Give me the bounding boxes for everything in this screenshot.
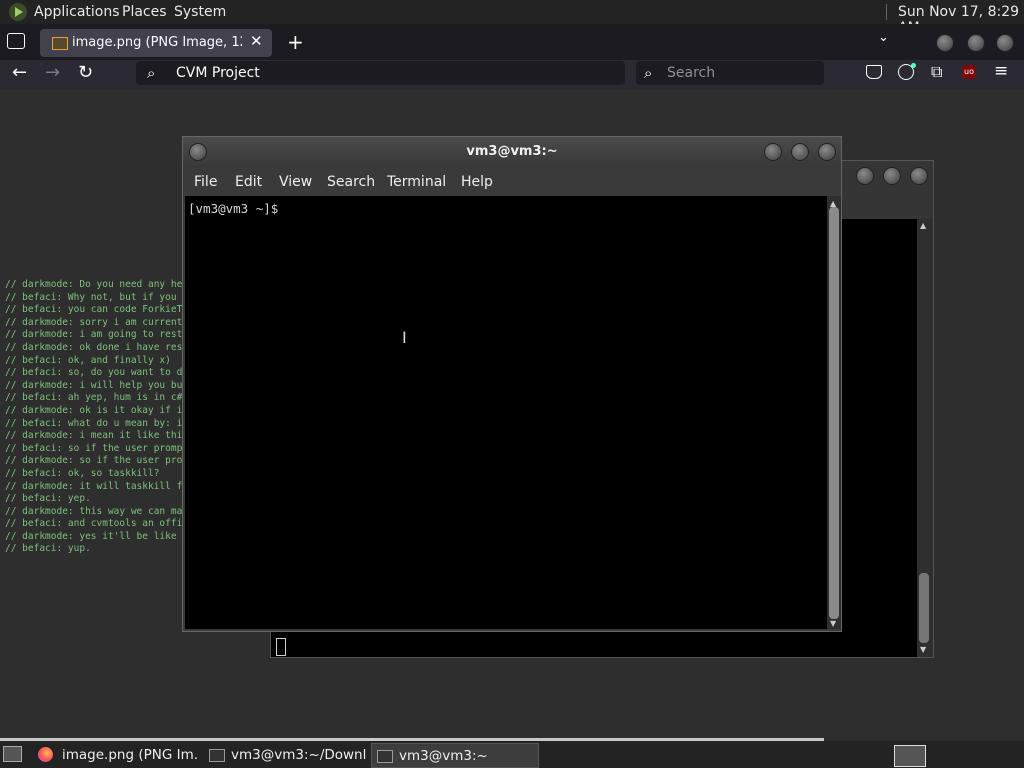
maximize-button[interactable] bbox=[883, 167, 901, 185]
chat-line: // befaci: yup. bbox=[5, 543, 91, 555]
terminal-menubar: File Edit View Search Terminal Help bbox=[183, 167, 841, 196]
minimize-button[interactable] bbox=[936, 34, 954, 52]
chat-line: // darkmode: it will taskkill fi bbox=[5, 480, 183, 492]
search-input[interactable]: Search bbox=[667, 65, 715, 81]
terminal-icon bbox=[209, 749, 225, 762]
chat-line: // befaci: ok, and finally x) bbox=[5, 354, 171, 366]
shell-prompt: [vm3@vm3 ~]$ bbox=[188, 201, 279, 216]
terminal-scrollbar-thumb[interactable] bbox=[829, 207, 839, 619]
chat-line: // darkmode: yes it'll be like a bbox=[5, 530, 183, 542]
chat-line: // darkmode: so if the user prom bbox=[5, 455, 183, 467]
tab-label: image.png (PNG Image, 1222 bbox=[72, 35, 242, 50]
minimize-button[interactable] bbox=[764, 143, 782, 161]
workspace-switcher[interactable] bbox=[894, 745, 926, 767]
chat-line: // befaci: ah yep, hum is in c# bbox=[5, 392, 183, 404]
chat-line: // darkmode: Do you need any hel bbox=[5, 279, 183, 290]
distro-logo-icon[interactable] bbox=[9, 3, 27, 21]
places-menu[interactable]: Places bbox=[122, 4, 167, 20]
chat-line: // befaci: you can code ForkieTo bbox=[5, 304, 183, 316]
show-desktop-icon[interactable] bbox=[3, 746, 22, 762]
extensions-puzzle-icon[interactable]: ⧉ bbox=[931, 62, 942, 82]
reload-icon[interactable]: ↻ bbox=[78, 62, 93, 83]
ublock-origin-icon[interactable]: uo bbox=[962, 65, 976, 79]
scroll-up-arrow-icon[interactable]: ▲ bbox=[830, 199, 836, 208]
chat-line: // darkmode: this way we can mak bbox=[5, 505, 183, 517]
background-terminal-cursor bbox=[276, 638, 286, 656]
chat-log-left: // darkmode: Do you need any hel// befac… bbox=[5, 279, 183, 556]
taskbar-item-label: vm3@vm3:~ bbox=[399, 748, 488, 764]
terminal-titlebar[interactable]: vm3@vm3:~ bbox=[183, 137, 841, 167]
scroll-up-arrow-icon[interactable]: ▲ bbox=[920, 221, 926, 230]
taskbar-item-terminal-home[interactable]: vm3@vm3:~ bbox=[371, 743, 539, 768]
chat-line: // befaci: yep. bbox=[5, 493, 91, 505]
background-scrollbar-thumb[interactable] bbox=[919, 573, 929, 643]
menu-help[interactable]: Help bbox=[461, 174, 493, 190]
terminal-output[interactable]: [vm3@vm3 ~]$ bbox=[185, 196, 827, 629]
chat-line: // befaci: so, do you want to do bbox=[5, 367, 183, 379]
url-bar[interactable]: ⌕ CVM Project bbox=[136, 61, 625, 85]
chat-line: // darkmode: ok is it okay if i bbox=[5, 404, 183, 416]
close-window-button[interactable] bbox=[996, 34, 1014, 52]
chat-line: // darkmode: i mean it like this bbox=[5, 430, 183, 442]
chat-line: // darkmode: sorry i am currentl bbox=[5, 316, 183, 328]
menu-file[interactable]: File bbox=[194, 174, 217, 190]
forward-arrow-icon[interactable]: → bbox=[45, 62, 60, 83]
url-text[interactable]: CVM Project bbox=[176, 65, 260, 81]
tab-overview-icon[interactable] bbox=[7, 33, 25, 49]
search-icon: ⌕ bbox=[147, 64, 156, 82]
taskbar-item-label: image.png (PNG Im... bbox=[62, 747, 198, 763]
taskbar-item-label: vm3@vm3:~/Downl... bbox=[231, 747, 367, 763]
firefox-icon bbox=[38, 747, 53, 762]
terminal-title: vm3@vm3:~ bbox=[466, 144, 558, 159]
new-tab-button[interactable]: + bbox=[287, 30, 304, 54]
taskbar-item-terminal-downloads[interactable]: vm3@vm3:~/Downl... bbox=[203, 743, 368, 766]
taskbar-item-firefox[interactable]: image.png (PNG Im... bbox=[32, 743, 200, 766]
back-arrow-icon[interactable]: ← bbox=[12, 62, 27, 83]
applications-menu[interactable]: Applications bbox=[34, 4, 120, 20]
chat-line: // darkmode: i am going to resta bbox=[5, 329, 183, 341]
maximize-button[interactable] bbox=[791, 143, 809, 161]
account-notification-badge bbox=[911, 63, 916, 68]
search-bar[interactable]: ⌕ Search bbox=[636, 61, 824, 85]
maximize-button[interactable] bbox=[967, 34, 985, 52]
chat-line: // befaci: what do u mean by: it bbox=[5, 417, 183, 429]
tab-image-png[interactable]: image.png (PNG Image, 1222 ✕ bbox=[40, 29, 272, 57]
scroll-down-arrow-icon[interactable]: ▼ bbox=[830, 619, 836, 628]
close-window-button[interactable] bbox=[818, 143, 836, 161]
pocket-icon[interactable] bbox=[866, 65, 882, 79]
terminal-icon bbox=[377, 750, 393, 763]
chat-line: // befaci: and cvmtools an offic bbox=[5, 518, 183, 530]
menu-edit[interactable]: Edit bbox=[235, 174, 262, 190]
top-panel: Applications Places System Sun Nov 17, 8… bbox=[0, 0, 1024, 36]
minimize-button[interactable] bbox=[856, 167, 874, 185]
chat-line: // befaci: so if the user prompt bbox=[5, 442, 183, 454]
list-tabs-chevron-down-icon[interactable]: ⌄ bbox=[878, 30, 889, 45]
menu-hamburger-icon[interactable]: ≡ bbox=[994, 61, 1008, 81]
bottom-taskbar: image.png (PNG Im... vm3@vm3:~/Downl... … bbox=[0, 741, 1024, 768]
text-cursor-ibeam-icon: I bbox=[402, 328, 407, 347]
chat-line: // darkmode: i will help you bui bbox=[5, 379, 183, 391]
system-menu[interactable]: System bbox=[174, 4, 226, 20]
search-icon: ⌕ bbox=[644, 64, 653, 82]
terminal-window[interactable]: vm3@vm3:~ File Edit View Search Terminal… bbox=[182, 136, 842, 632]
panel-separator bbox=[886, 4, 887, 20]
image-file-icon bbox=[52, 37, 68, 50]
scroll-down-arrow-icon[interactable]: ▼ bbox=[920, 645, 926, 654]
close-window-button[interactable] bbox=[910, 167, 928, 185]
menu-search[interactable]: Search bbox=[327, 174, 375, 190]
menu-terminal[interactable]: Terminal bbox=[387, 174, 446, 190]
menu-view[interactable]: View bbox=[279, 174, 312, 190]
chat-line: // befaci: Why not, but if you c bbox=[5, 291, 183, 303]
tab-close-icon[interactable]: ✕ bbox=[250, 32, 263, 50]
chat-line: // darkmode: ok done i have rest bbox=[5, 341, 183, 353]
chat-line: // befaci: ok, so taskkill? bbox=[5, 467, 160, 479]
